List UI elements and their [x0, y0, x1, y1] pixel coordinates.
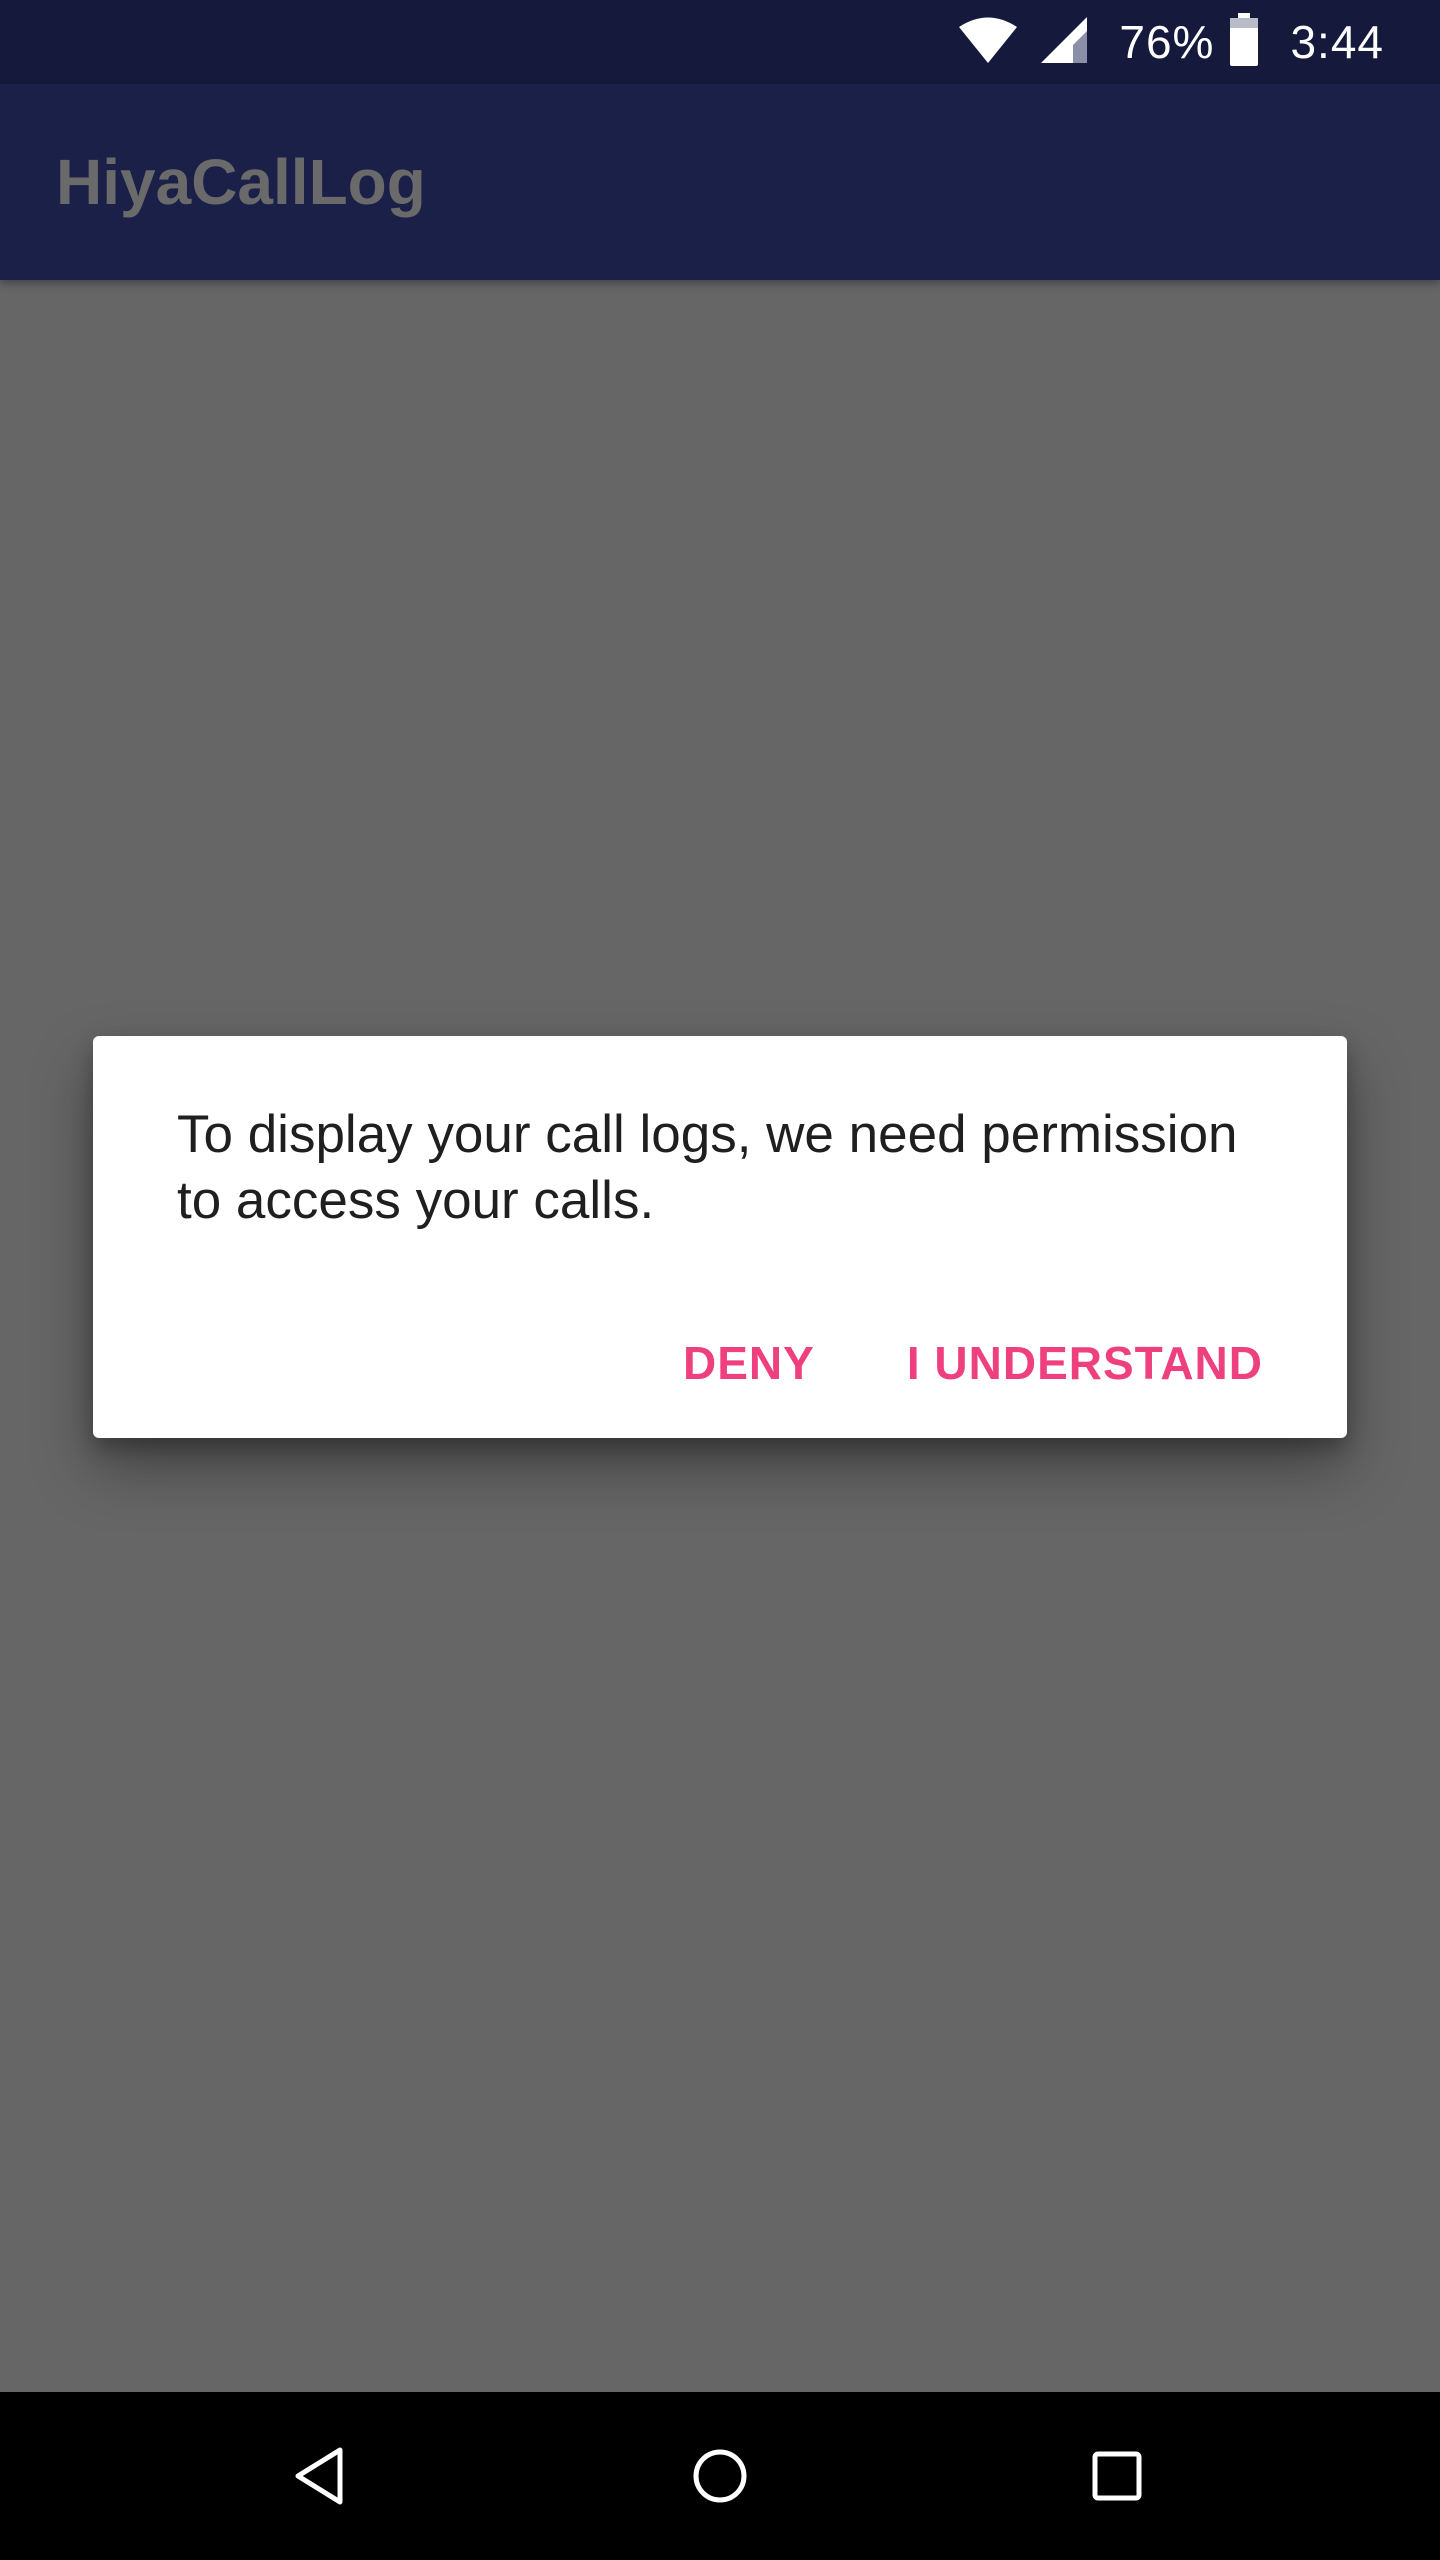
permission-dialog: To display your call logs, we need permi… — [93, 1036, 1347, 1438]
navigation-bar — [0, 2392, 1440, 2560]
battery-percent: 76% — [1119, 16, 1215, 68]
wifi-icon — [957, 16, 1019, 69]
status-icons: 76% 3:44 — [957, 0, 1384, 84]
recents-icon — [1092, 2451, 1142, 2501]
dialog-message: To display your call logs, we need permi… — [177, 1105, 1238, 1230]
cell-signal-icon — [1039, 15, 1089, 70]
battery-icon — [1228, 12, 1260, 72]
back-button[interactable] — [240, 2392, 400, 2560]
home-icon — [693, 2449, 747, 2503]
dialog-actions: DENY I UNDERSTAND — [683, 1336, 1263, 1390]
status-bar: 76% 3:44 — [0, 0, 1440, 84]
screen: 76% 3:44 HiyaCallLog To display your cal… — [0, 0, 1440, 2560]
home-button[interactable] — [640, 2392, 800, 2560]
status-clock: 3:44 — [1290, 16, 1384, 68]
deny-button[interactable]: DENY — [683, 1336, 815, 1390]
recents-button[interactable] — [1037, 2392, 1197, 2560]
app-bar: HiyaCallLog — [0, 84, 1440, 280]
app-title: HiyaCallLog — [56, 146, 426, 218]
i-understand-button[interactable]: I UNDERSTAND — [907, 1336, 1263, 1390]
back-icon — [295, 2447, 343, 2505]
